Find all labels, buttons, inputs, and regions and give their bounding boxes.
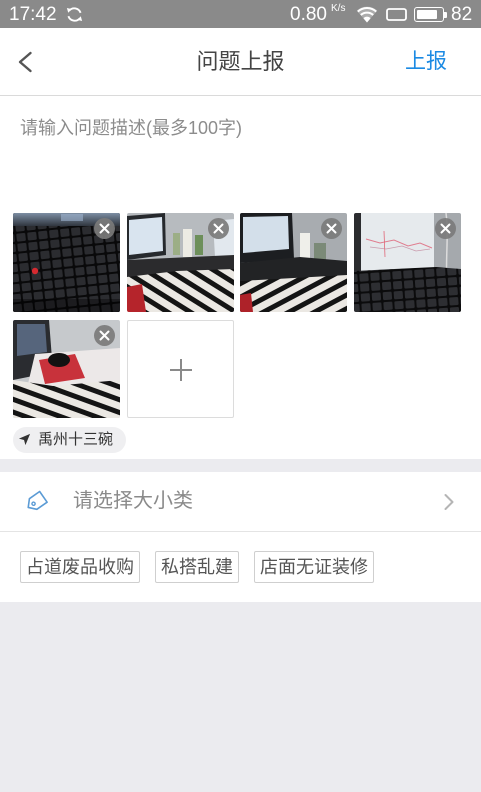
photo-thumbnail[interactable] xyxy=(354,213,461,312)
location-arrow-icon xyxy=(18,433,31,446)
battery-fill xyxy=(417,10,437,19)
close-icon xyxy=(94,218,115,239)
category-section: 请选择大小类 占道废品收购 私搭乱建 店面无证装修 xyxy=(0,472,481,602)
photo-thumbnail[interactable] xyxy=(13,320,120,418)
network-speed-unit: K/s xyxy=(331,3,346,14)
quick-tag[interactable]: 私搭乱建 xyxy=(155,551,239,583)
wifi-icon xyxy=(356,6,378,23)
remove-photo-button[interactable] xyxy=(435,218,456,239)
add-photo-button[interactable] xyxy=(127,320,234,418)
chevron-left-icon xyxy=(18,51,32,73)
close-icon xyxy=(94,325,115,346)
submit-button[interactable]: 上报 xyxy=(401,28,451,95)
location-chip[interactable]: 禹州十三碗 xyxy=(13,427,127,453)
battery-nub xyxy=(444,11,447,18)
close-icon xyxy=(208,218,229,239)
remove-photo-button[interactable] xyxy=(208,218,229,239)
chevron-right-icon xyxy=(444,494,454,510)
remove-photo-button[interactable] xyxy=(94,218,115,239)
quick-tag-list: 占道废品收购 私搭乱建 店面无证装修 xyxy=(20,551,374,583)
tag-icon xyxy=(27,490,48,511)
location-name: 禹州十三碗 xyxy=(38,431,114,448)
quick-tag[interactable]: 店面无证装修 xyxy=(254,551,374,583)
remove-photo-button[interactable] xyxy=(94,325,115,346)
back-button[interactable] xyxy=(10,46,40,78)
battery-icon xyxy=(414,7,447,22)
category-placeholder: 请选择大小类 xyxy=(73,490,193,512)
nav-header: 问题上报 上报 xyxy=(0,28,481,96)
plus-icon xyxy=(170,359,192,381)
battery-level: 82 xyxy=(451,4,473,25)
quick-tag[interactable]: 占道废品收购 xyxy=(20,551,140,583)
close-icon xyxy=(435,218,456,239)
photo-thumbnail[interactable] xyxy=(13,213,120,312)
photo-thumbnail[interactable] xyxy=(240,213,347,312)
report-form: 禹州十三碗 xyxy=(0,96,481,459)
status-time: 17:42 xyxy=(9,4,57,25)
network-speed: 0.80 xyxy=(290,4,327,25)
battery-body xyxy=(414,7,444,22)
description-input[interactable] xyxy=(20,116,461,198)
screen-icon xyxy=(386,8,407,21)
category-selector[interactable]: 请选择大小类 xyxy=(0,472,481,532)
close-icon xyxy=(321,218,342,239)
remove-photo-button[interactable] xyxy=(321,218,342,239)
photo-thumbnail[interactable] xyxy=(127,213,234,312)
sync-icon xyxy=(65,5,84,24)
status-bar: 17:42 0.80 K/s 82 xyxy=(0,0,481,28)
